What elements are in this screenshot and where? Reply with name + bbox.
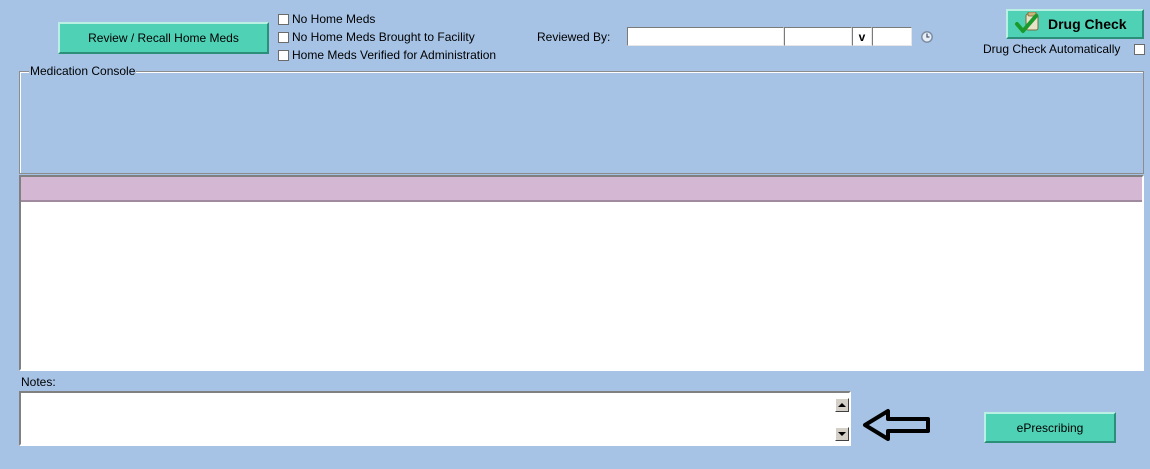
left-arrow-icon (862, 407, 932, 443)
reviewed-by-label: Reviewed By: (537, 30, 611, 44)
triangle-down-icon (838, 432, 846, 436)
reviewed-by-dropdown[interactable]: v (852, 27, 872, 46)
no-home-meds-brought-checkbox[interactable] (278, 32, 289, 43)
review-recall-home-meds-button[interactable]: Review / Recall Home Meds (58, 22, 269, 54)
drug-check-button[interactable]: Drug Check (1006, 9, 1144, 39)
no-home-meds-label: No Home Meds (292, 12, 376, 26)
notes-scroll-up-button[interactable] (835, 398, 849, 412)
triangle-up-icon (838, 403, 846, 407)
review-recall-label: Review / Recall Home Meds (88, 31, 239, 45)
medication-console-group (19, 71, 1144, 174)
checkmark-icon (1014, 11, 1042, 36)
notes-label: Notes: (21, 375, 56, 389)
medication-grid-header (21, 177, 1142, 202)
drug-check-auto-label: Drug Check Automatically (983, 42, 1121, 56)
drug-check-label: Drug Check (1048, 16, 1127, 32)
reviewed-by-field[interactable] (627, 27, 784, 46)
refresh-icon[interactable] (920, 30, 934, 44)
eprescribing-button[interactable]: ePrescribing (984, 412, 1116, 443)
reviewed-by-extra-field[interactable] (784, 27, 852, 46)
medication-grid[interactable] (19, 175, 1144, 371)
no-home-meds-checkbox[interactable] (278, 14, 289, 25)
home-meds-verified-checkbox[interactable] (278, 50, 289, 61)
notes-scroll-down-button[interactable] (835, 427, 849, 441)
medication-console-title: Medication Console (29, 64, 137, 78)
chevron-down-icon: v (858, 29, 866, 44)
eprescribing-label: ePrescribing (1016, 420, 1084, 435)
drug-check-auto-checkbox[interactable] (1134, 44, 1145, 55)
notes-textarea[interactable] (19, 391, 851, 446)
home-meds-verified-label: Home Meds Verified for Administration (292, 48, 497, 62)
no-home-meds-brought-label: No Home Meds Brought to Facility (292, 30, 475, 44)
review-date-field[interactable] (872, 27, 912, 46)
